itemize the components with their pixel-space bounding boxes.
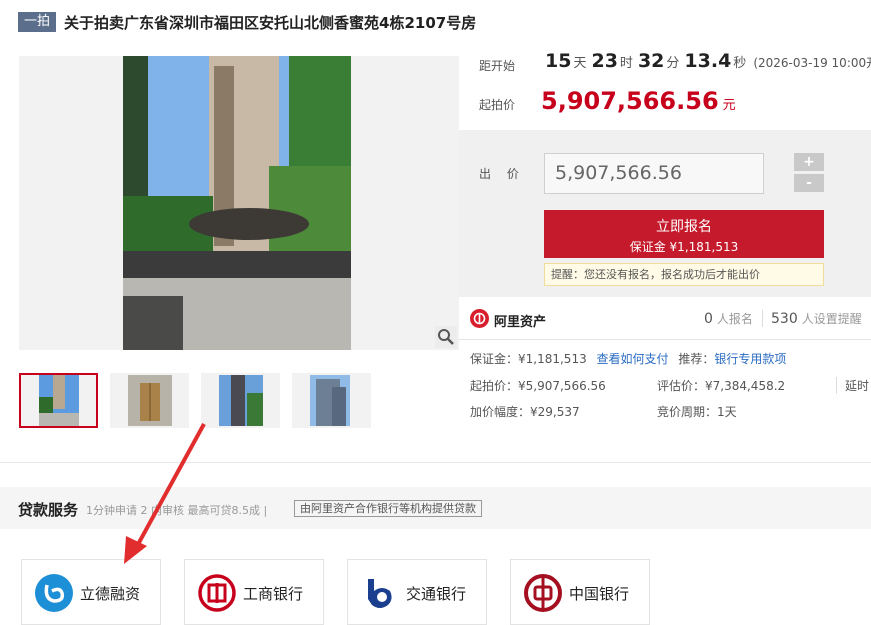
seller-row: 阿里资产 0 人报名 530 人设置提醒 [459, 300, 871, 340]
lide-logo-icon [35, 574, 73, 612]
delay-label: 延时 [836, 377, 869, 394]
boc-logo-icon [524, 574, 562, 612]
signup-count-label: 人报名 [716, 312, 753, 326]
loan-provider-badge: 由阿里资产合作银行等机构提供贷款 [294, 500, 482, 517]
starting-price-label: 起拍价 [479, 98, 516, 112]
bank-card-icbc[interactable]: 工商银行 [184, 559, 324, 625]
increase-bid-button[interactable]: + [794, 153, 824, 171]
starting-price-unit: 元 [722, 98, 736, 113]
decrease-bid-button[interactable]: - [794, 174, 824, 192]
signup-count-value: 0 [704, 311, 713, 327]
auction-info: 距开始 15 天 23 时 32 分 13.4 秒 (2026-03-19 10… [459, 40, 871, 130]
deposit-row: 保证金：¥1,181,513 查看如何支付 推荐：银行专用款项 [470, 350, 786, 367]
thumbnail-3[interactable] [201, 373, 280, 428]
countdown-seconds-unit: 秒 [733, 56, 747, 71]
auction-page: 一拍 关于拍卖广东省深圳市福田区安托山北侧香蜜苑4栋2107号房 距开始 15 … [0, 0, 871, 625]
starting-price: 5,907,566.56 元 [541, 87, 736, 115]
thumbnail-1[interactable] [19, 373, 98, 428]
loan-service-bar: 贷款服务 1分钟申请 2 内审核 最高可贷8.5成 | 由阿里资产合作银行等机构… [0, 487, 871, 529]
signup-button-label: 立即报名 [656, 219, 712, 235]
loan-subtitle: 1分钟申请 2 内审核 最高可贷8.5成 | [86, 504, 268, 517]
main-photo[interactable] [19, 56, 459, 350]
bank-card-bocom[interactable]: 交通银行 [347, 559, 487, 625]
bid-amount-field[interactable]: 5,907,566.56 [544, 153, 764, 194]
countdown-hours-unit: 时 [619, 56, 633, 71]
bank-card-boc[interactable]: 中国银行 [510, 559, 650, 625]
starting-price-value: 5,907,566.56 [541, 87, 719, 115]
auction-start-time: (2026-03-19 10:00开拍) [753, 56, 871, 70]
countdown-minutes-unit: 分 [666, 56, 680, 71]
countdown-hours: 23 [591, 50, 618, 72]
section-divider [0, 462, 871, 463]
signup-count: 0 人报名 [704, 310, 753, 327]
how-to-pay-link[interactable]: 查看如何支付 [597, 352, 669, 366]
bid-label: 出 价 [479, 167, 525, 181]
increment-detail: 加价幅度：¥29,537 [470, 405, 580, 419]
bid-period: 竞价周期：1天 [657, 405, 737, 419]
reminder-count-label: 人设置提醒 [801, 312, 862, 326]
title-row: 一拍 关于拍卖广东省深圳市福田区安托山北侧香蜜苑4栋2107号房 [18, 11, 476, 33]
countdown-minutes: 32 [637, 50, 665, 72]
auction-round-tag: 一拍 [18, 12, 57, 32]
signup-deposit: 保证金 ¥1,181,513 [629, 240, 739, 254]
countdown-days-unit: 天 [573, 56, 587, 71]
loan-title: 贷款服务 [18, 501, 79, 519]
thumbnail-2[interactable] [110, 373, 189, 428]
zoom-icon[interactable] [435, 326, 457, 348]
bank-name: 中国银行 [569, 585, 630, 603]
bank-loan-link[interactable]: 银行专用款项 [714, 352, 786, 366]
reminder-count-value: 530 [771, 311, 798, 327]
icbc-logo-icon [198, 574, 236, 612]
ali-asset-logo-icon [470, 309, 489, 328]
countdown: 15 天 23 时 32 分 13.4 秒 (2026-03-19 10:00开… [545, 50, 871, 72]
deposit-text: 保证金：¥1,181,513 [470, 352, 587, 366]
bocom-logo-icon [368, 579, 392, 608]
signup-notice: 提醒：您还没有报名，报名成功后才能出价 [544, 263, 824, 286]
reminder-count: 530 人设置提醒 [762, 310, 862, 327]
countdown-days: 15 [545, 50, 572, 72]
seller-name[interactable]: 阿里资产 [494, 311, 546, 330]
recommend-label: 推荐： [678, 352, 715, 366]
thumbnail-4[interactable] [292, 373, 371, 428]
thumbnail-strip [19, 373, 371, 428]
bid-panel: 出 价 5,907,566.56 + - 立即报名 保证金 ¥1,181,513… [459, 130, 871, 297]
countdown-label: 距开始 [479, 59, 516, 73]
bank-card-lide[interactable]: 立德融资 [21, 559, 161, 625]
building-photo [123, 56, 351, 350]
page-title: 关于拍卖广东省深圳市福田区安托山北侧香蜜苑4栋2107号房 [64, 13, 477, 32]
bank-name: 工商银行 [243, 585, 304, 603]
countdown-seconds: 13.4 [684, 50, 732, 72]
signup-button[interactable]: 立即报名 保证金 ¥1,181,513 [544, 210, 824, 258]
start-price-detail: 起拍价：¥5,907,566.56 [470, 379, 606, 393]
bank-name: 交通银行 [406, 585, 467, 603]
appraisal-price: 评估价：¥7,384,458.2 [657, 379, 786, 393]
bank-name: 立德融资 [80, 585, 141, 603]
